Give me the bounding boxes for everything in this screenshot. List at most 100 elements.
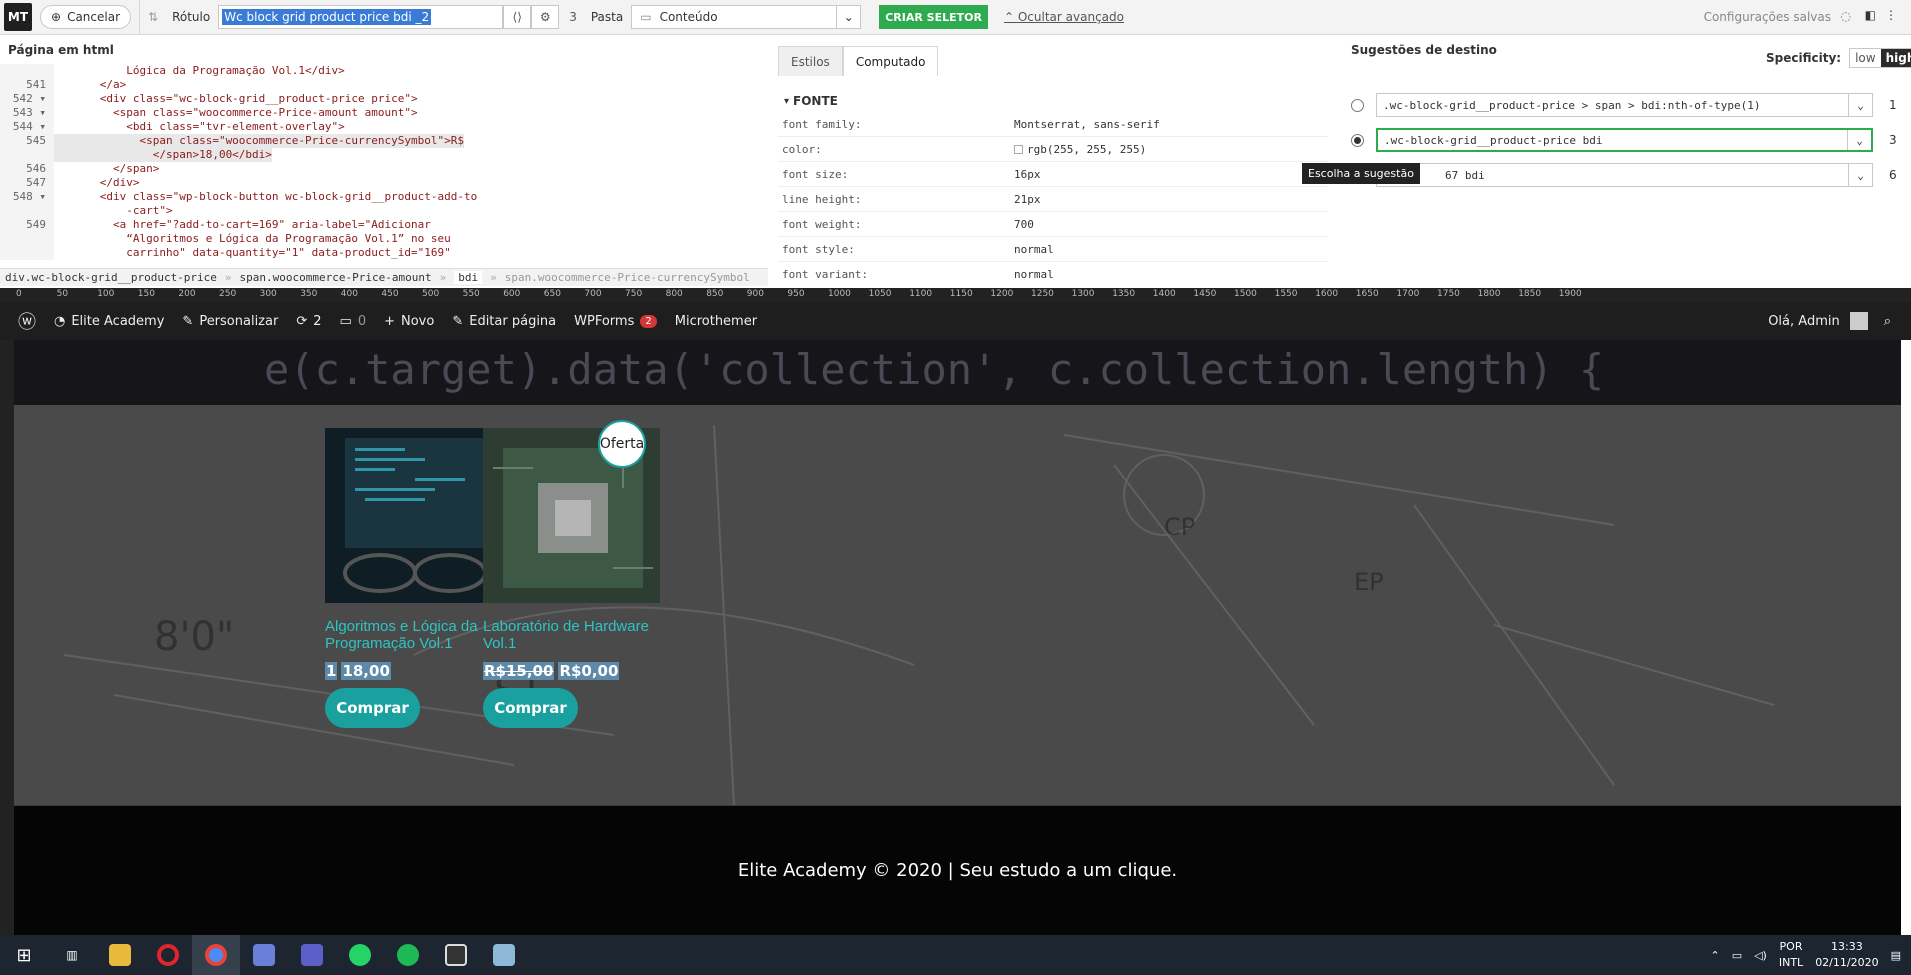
code-line[interactable]: -cart">: [0, 204, 768, 218]
refresh-icon[interactable]: ◌: [1841, 9, 1851, 23]
prop-row[interactable]: font family: Montserrat, sans-serif: [778, 112, 1328, 137]
rotulo-input[interactable]: Wc block grid product price bdi _2: [218, 5, 504, 29]
avatar[interactable]: [1849, 312, 1868, 330]
gear-icon[interactable]: ⚙: [531, 5, 560, 29]
code-line[interactable]: 544 ▾ <bdi class="tvr-element-overlay">: [0, 120, 768, 134]
wpbar-edit[interactable]: ✎ Editar página: [452, 314, 556, 329]
teams-icon[interactable]: [288, 935, 336, 975]
suggestion-radio[interactable]: [1351, 98, 1364, 112]
tab-estilos[interactable]: Estilos: [778, 46, 843, 76]
prop-value: 16px: [1014, 167, 1041, 181]
app-r-icon[interactable]: [432, 935, 480, 975]
code-line[interactable]: Lógica da Programação Vol.1</div>: [0, 64, 768, 78]
suggestion-select[interactable]: .wc-block-grid__product-price > span > b…: [1376, 93, 1873, 117]
prop-row[interactable]: font weight: 700: [778, 212, 1328, 237]
product-image[interactable]: [325, 428, 502, 603]
product-title[interactable]: Algoritmos e Lógica da Programação Vol.1: [325, 618, 502, 652]
discord-icon[interactable]: [240, 935, 288, 975]
ruler-tick-label: 400: [340, 289, 358, 299]
svg-text:EP: EP: [1354, 568, 1384, 596]
breadcrumb-item[interactable]: span.woocommerce-Price-currencySymbol: [505, 271, 750, 284]
price-old[interactable]: R$15,00: [483, 662, 555, 680]
code-icon[interactable]: ⟨⟩: [503, 5, 532, 29]
specificity-high-button[interactable]: high: [1880, 49, 1911, 67]
specificity-low-button[interactable]: low: [1850, 49, 1881, 67]
windows-start-icon[interactable]: ⊞: [0, 935, 48, 975]
code-line[interactable]: 545 <span class="woocommerce-Price-curre…: [0, 134, 768, 148]
tab-computado[interactable]: Computado: [842, 46, 939, 76]
more-vertical-icon[interactable]: ⋮: [1885, 8, 1897, 22]
paint-icon[interactable]: [480, 935, 528, 975]
move-arrows-icon[interactable]: ⇅: [148, 10, 158, 24]
wpbar-comments[interactable]: ▭ 0: [340, 314, 367, 329]
prop-row[interactable]: font size: 16px: [778, 162, 1328, 187]
code-line[interactable]: 542 ▾ <div class="wc-block-grid__product…: [0, 92, 768, 106]
code-text: <span class="woocommerce-Price-amount am…: [60, 106, 418, 119]
criar-seletor-button[interactable]: CRIAR SELETOR: [879, 5, 988, 29]
prop-row[interactable]: color: rgb(255, 255, 255): [778, 137, 1328, 162]
cancel-button[interactable]: ⊕ Cancelar: [40, 5, 132, 29]
chevron-up-icon[interactable]: ⌃: [1710, 949, 1719, 962]
suggestion-select[interactable]: .wc-block-grid__product-price bdi ⌄: [1376, 128, 1873, 152]
code-line[interactable]: </span>18,00</bdi>: [0, 148, 768, 162]
chrome-icon[interactable]: [192, 935, 240, 975]
search-icon[interactable]: ⌕: [1884, 314, 1891, 329]
pasta-select[interactable]: ▭ Conteúdo ⌄: [631, 5, 862, 29]
wpbar-greeting[interactable]: Olá, Admin: [1768, 314, 1840, 329]
code-line[interactable]: 543 ▾ <span class="woocommerce-Price-amo…: [0, 106, 768, 120]
specificity-control: Specificity: low high: [1766, 48, 1911, 68]
chevron-down-icon: ⌄: [1848, 164, 1872, 186]
suggestion-select[interactable]: 67 bdi ⌄: [1376, 163, 1873, 187]
breadcrumb-item-active[interactable]: bdi: [454, 271, 483, 284]
code-line[interactable]: 548 ▾ <div class="wp-block-button wc-blo…: [0, 190, 768, 204]
prop-row[interactable]: font variant: normal: [778, 262, 1328, 286]
panel-toggle-icon[interactable]: ◧: [1865, 8, 1876, 22]
comprar-button[interactable]: Comprar: [325, 688, 420, 728]
dashboard-icon: ◔: [54, 313, 66, 329]
comprar-button[interactable]: Comprar: [483, 688, 578, 728]
wpbar-customize[interactable]: ✎ Personalizar: [182, 314, 278, 329]
code-line[interactable]: 549 <a href="?add-to-cart=169" aria-labe…: [0, 218, 768, 232]
price-currency[interactable]: 1: [325, 662, 338, 680]
ruler-tick-label: 1600: [1315, 289, 1339, 299]
props-section-title: FONTE: [793, 94, 838, 108]
html-code-panel[interactable]: Lógica da Programação Vol.1</div> 541 </a…: [0, 64, 768, 264]
props-section-header[interactable]: ▾ FONTE: [778, 90, 1328, 112]
spotify-icon[interactable]: [384, 935, 432, 975]
product-card: Oferta Laboratório de Hardware Vol.1 R$1…: [483, 420, 660, 728]
pasta-label: Pasta: [590, 10, 624, 24]
line-number: 548 ▾: [0, 190, 54, 204]
ocultar-avancado-link[interactable]: ⌃ Ocultar avançado: [1004, 10, 1124, 24]
prop-row[interactable]: line height: 21px: [778, 187, 1328, 212]
opera-icon[interactable]: [144, 935, 192, 975]
whatsapp-icon[interactable]: [336, 935, 384, 975]
code-line[interactable]: 546 </span>: [0, 162, 768, 176]
line-number: 547: [0, 176, 54, 190]
notifications-icon[interactable]: ▤: [1891, 949, 1901, 962]
product-title[interactable]: Laboratório de Hardware Vol.1: [483, 618, 660, 652]
task-view-icon[interactable]: ▥: [48, 935, 96, 975]
code-line[interactable]: 541 </a>: [0, 78, 768, 92]
wpbar-site[interactable]: ◔ Elite Academy: [54, 314, 164, 329]
code-line[interactable]: carrinho" data-quantity="1" data-product…: [0, 246, 768, 260]
wpbar-wpforms[interactable]: WPForms 2: [574, 314, 657, 329]
suggestion-radio[interactable]: [1351, 133, 1364, 147]
language-indicator[interactable]: POR INTL: [1779, 939, 1803, 971]
wpbar-microthemer[interactable]: Microthemer: [675, 314, 757, 329]
price-amount[interactable]: R$0,00: [558, 662, 620, 680]
wpbar-new[interactable]: + Novo: [384, 314, 434, 329]
wpbar-updates[interactable]: ⟳ 2: [296, 314, 321, 329]
clock[interactable]: 13:33 02/11/2020: [1815, 939, 1878, 971]
ruler-tick-label: 1250: [1031, 289, 1054, 299]
volume-icon[interactable]: ◁): [1754, 949, 1767, 962]
breadcrumb-item[interactable]: div.wc-block-grid__product-price: [5, 271, 217, 284]
prop-row[interactable]: font style: normal: [778, 237, 1328, 262]
price-amount[interactable]: 18,00: [341, 662, 391, 680]
code-line[interactable]: “Algoritmos e Lógica da Programação Vol.…: [0, 232, 768, 246]
blueprint-background: 8'0" ST CP EP: [14, 405, 1901, 806]
file-explorer-icon[interactable]: [96, 935, 144, 975]
breadcrumb-item[interactable]: span.woocommerce-Price-amount: [240, 271, 432, 284]
wordpress-logo-icon[interactable]: ⓦ: [18, 308, 36, 334]
code-line[interactable]: 547 </div>: [0, 176, 768, 190]
network-icon[interactable]: ▭: [1732, 949, 1742, 962]
